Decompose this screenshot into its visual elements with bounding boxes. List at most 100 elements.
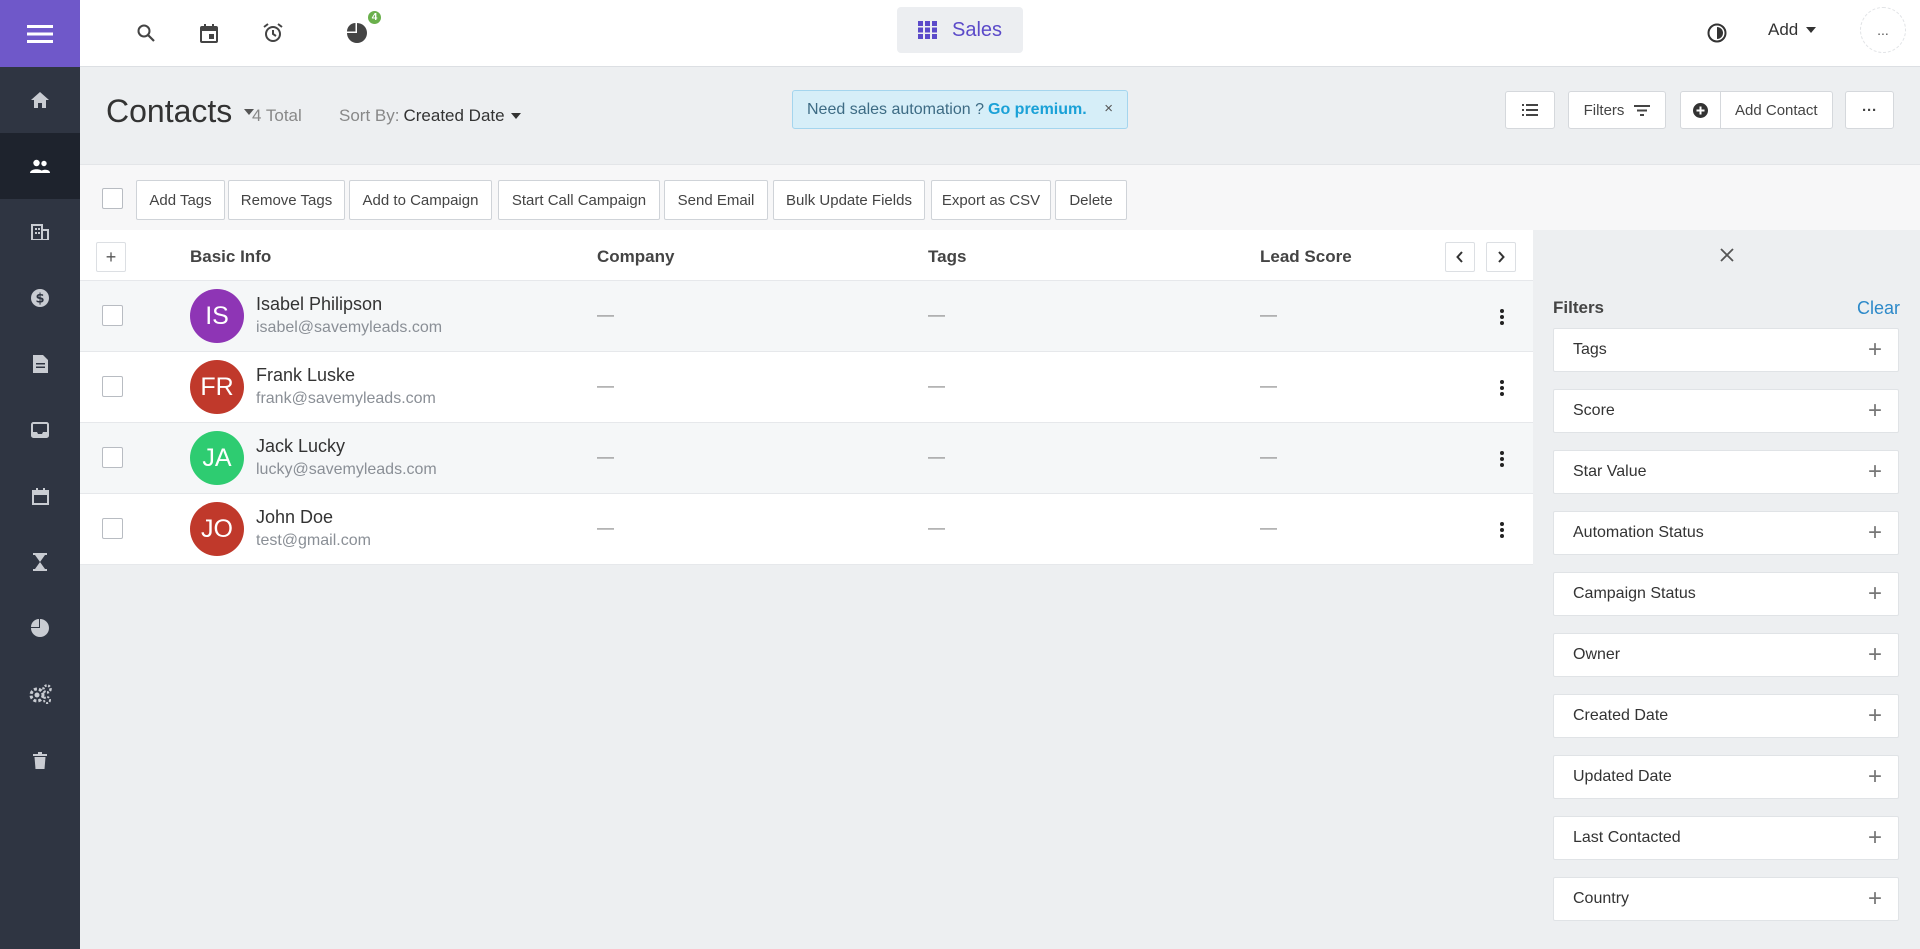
row-checkbox[interactable] [102, 447, 123, 468]
go-premium-link[interactable]: Go premium. [988, 101, 1087, 119]
row-actions-button[interactable] [1490, 518, 1514, 542]
calendar-icon [200, 23, 218, 43]
hamburger-icon [27, 24, 53, 43]
building-icon [31, 224, 49, 240]
avatar[interactable]: JA [190, 431, 244, 485]
add-column-button[interactable]: + [96, 242, 126, 272]
export-csv-button[interactable]: Export as CSV [931, 180, 1051, 220]
bulk-update-fields-button[interactable]: Bulk Update Fields [773, 180, 925, 220]
filter-label: Country [1573, 890, 1630, 907]
row-checkbox[interactable] [102, 305, 123, 326]
pie-chart-icon [31, 619, 49, 637]
sort-by-label: Sort By: [339, 106, 400, 125]
sidebar-item-calendar[interactable] [0, 463, 80, 529]
more-options-button[interactable]: ··· [1845, 91, 1894, 129]
scroll-columns-right-button[interactable] [1486, 242, 1516, 272]
sidebar-item-inbox[interactable] [0, 397, 80, 463]
sidebar-item-home[interactable] [0, 67, 80, 133]
close-filters-button[interactable] [1716, 244, 1738, 266]
search-button[interactable] [131, 18, 161, 48]
filter-country[interactable]: Country + [1553, 877, 1899, 921]
filter-score[interactable]: Score + [1553, 389, 1899, 433]
sort-by-value: Created Date [403, 106, 505, 125]
lead-score-cell: — [1260, 518, 1277, 537]
sidebar-item-tasks[interactable] [0, 529, 80, 595]
filter-tags[interactable]: Tags + [1553, 328, 1899, 372]
table-row[interactable]: IS Isabel Philipson isabel@savemyleads.c… [80, 281, 1533, 352]
sidebar-item-reports[interactable] [0, 595, 80, 661]
sort-by-dropdown[interactable]: Created Date [403, 106, 521, 126]
avatar[interactable]: JO [190, 502, 244, 556]
contact-name[interactable]: Isabel Philipson [256, 294, 382, 315]
column-header-company[interactable]: Company [597, 247, 674, 267]
row-actions-button[interactable] [1490, 447, 1514, 471]
contacts-icon [30, 159, 50, 173]
activity-button[interactable]: 4 [342, 9, 383, 48]
contact-email: test@gmail.com [256, 532, 371, 549]
chevron-right-icon [1498, 251, 1505, 263]
row-actions-button[interactable] [1490, 376, 1514, 400]
reminders-button[interactable] [258, 18, 288, 48]
lead-score-cell: — [1260, 376, 1277, 395]
row-checkbox[interactable] [102, 518, 123, 539]
filter-updated-date[interactable]: Updated Date + [1553, 755, 1899, 799]
sidebar-item-deals[interactable]: $ [0, 265, 80, 331]
avatar[interactable]: FR [190, 360, 244, 414]
scroll-columns-left-button[interactable] [1445, 242, 1475, 272]
sidebar-item-contacts[interactable] [0, 133, 80, 199]
kebab-menu-icon [1500, 309, 1504, 325]
filter-star-value[interactable]: Star Value + [1553, 450, 1899, 494]
add-to-campaign-button[interactable]: Add to Campaign [349, 180, 492, 220]
delete-button[interactable]: Delete [1055, 180, 1127, 220]
lead-score-cell: — [1260, 447, 1277, 466]
list-view-button[interactable] [1505, 91, 1555, 129]
sidebar-item-documents[interactable] [0, 331, 80, 397]
sidebar-item-settings[interactable] [0, 661, 80, 727]
contact-name[interactable]: Frank Luske [256, 365, 355, 386]
contact-name[interactable]: Jack Lucky [256, 436, 345, 457]
sidebar-item-trash[interactable] [0, 727, 80, 793]
send-email-button[interactable]: Send Email [664, 180, 768, 220]
alarm-clock-icon [263, 23, 283, 42]
close-promo-button[interactable]: × [1104, 100, 1113, 117]
filter-last-contacted[interactable]: Last Contacted + [1553, 816, 1899, 860]
plus-icon: + [1867, 397, 1882, 424]
column-header-basic-info[interactable]: Basic Info [190, 247, 271, 267]
filter-campaign-status[interactable]: Campaign Status + [1553, 572, 1899, 616]
table-row[interactable]: FR Frank Luske frank@savemyleads.com — —… [80, 352, 1533, 423]
row-actions-button[interactable] [1490, 305, 1514, 329]
avatar[interactable]: IS [190, 289, 244, 343]
select-all-checkbox[interactable] [102, 188, 123, 209]
table-row[interactable]: JO John Doe test@gmail.com — — — [80, 494, 1533, 565]
table-row[interactable]: JA Jack Lucky lucky@savemyleads.com — — … [80, 423, 1533, 494]
filters-panel: Filters Clear Tags + Score + Star Value + A… [1533, 230, 1920, 949]
filters-button-label: Filters [1583, 101, 1625, 119]
add-dropdown[interactable]: Add [1768, 20, 1817, 40]
add-contact-button[interactable]: Add Contact [1680, 91, 1833, 129]
row-checkbox[interactable] [102, 376, 123, 397]
chevron-down-icon [1806, 27, 1817, 33]
contact-name[interactable]: John Doe [256, 507, 333, 528]
add-label: Add [1768, 20, 1799, 39]
filters-button[interactable]: Filters [1568, 91, 1666, 129]
sidebar-item-companies[interactable] [0, 199, 80, 265]
start-call-campaign-button[interactable]: Start Call Campaign [498, 180, 660, 220]
remove-tags-button[interactable]: Remove Tags [228, 180, 345, 220]
profile-avatar[interactable]: ... [1860, 7, 1906, 53]
add-tags-button[interactable]: Add Tags [136, 180, 225, 220]
theme-toggle-button[interactable] [1702, 18, 1732, 48]
menu-burger-button[interactable] [0, 0, 80, 67]
column-header-tags[interactable]: Tags [928, 247, 966, 267]
column-header-lead-score[interactable]: Lead Score [1260, 247, 1352, 267]
filter-created-date[interactable]: Created Date + [1553, 694, 1899, 738]
page-title-text: Contacts [106, 93, 233, 129]
filter-automation-status[interactable]: Automation Status + [1553, 511, 1899, 555]
calendar-button[interactable] [194, 18, 224, 48]
total-count: 4 Total [252, 106, 302, 125]
filter-owner[interactable]: Owner + [1553, 633, 1899, 677]
app-switcher-button[interactable]: Sales [897, 7, 1023, 53]
plus-icon: + [1867, 885, 1882, 912]
filter-label: Star Value [1573, 463, 1647, 480]
clear-filters-link[interactable]: Clear [1857, 298, 1900, 319]
filter-label: Tags [1573, 341, 1607, 358]
